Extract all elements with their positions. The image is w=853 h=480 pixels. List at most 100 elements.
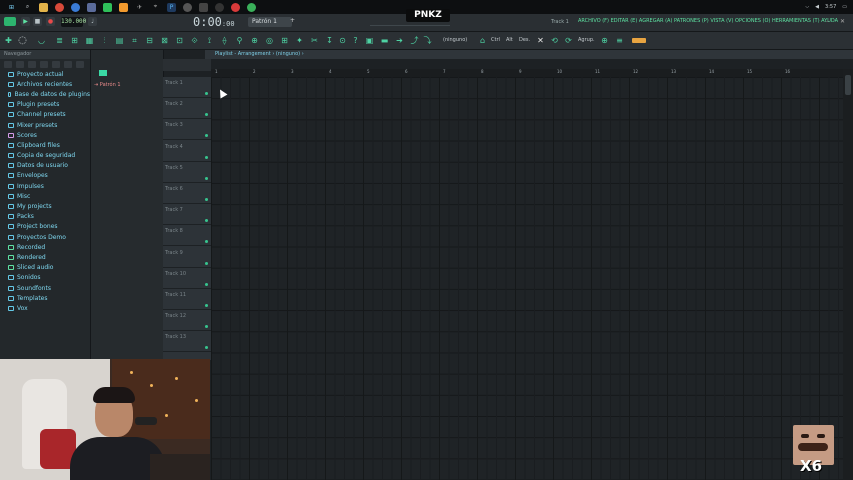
tool-c-icon[interactable]: ⊡ bbox=[175, 36, 184, 45]
track-header[interactable]: Track 3 bbox=[163, 119, 211, 141]
playlist-icon[interactable]: ≣ bbox=[55, 36, 64, 45]
metronome-icon[interactable]: ♩ bbox=[88, 17, 97, 26]
tool-i-icon[interactable]: ◎ bbox=[265, 36, 274, 45]
track-mute-icon[interactable] bbox=[205, 134, 208, 138]
song-mode-button[interactable] bbox=[4, 17, 16, 26]
track-header[interactable]: Track 2 bbox=[163, 98, 211, 120]
track-mute-icon[interactable] bbox=[205, 176, 208, 180]
tool-a-icon[interactable]: ⊟ bbox=[145, 36, 154, 45]
pattern-selector[interactable]: Patrón 1 bbox=[248, 17, 292, 27]
scrollbar-thumb[interactable] bbox=[845, 75, 851, 95]
browser-item[interactable]: Impulses bbox=[0, 181, 90, 191]
app5-icon[interactable] bbox=[231, 2, 240, 12]
notifications-icon[interactable]: ▭ bbox=[842, 4, 847, 10]
playlist-ruler[interactable]: 1 2 3 4 5 6 7 8 9 10 11 12 13 14 15 16 bbox=[211, 69, 843, 77]
windows-icon[interactable]: ⊞ bbox=[7, 3, 16, 12]
browser-item[interactable]: Sonidos bbox=[0, 273, 90, 283]
browser-sort-icon[interactable] bbox=[76, 60, 84, 68]
play-icon[interactable]: ▶ bbox=[21, 17, 30, 26]
tempo-display[interactable]: 130.000 bbox=[61, 17, 86, 27]
snap-icon[interactable]: ✚ bbox=[4, 36, 13, 45]
browser-item[interactable]: Base de datos de plugins bbox=[0, 89, 90, 99]
search-icon[interactable]: ⌕ bbox=[23, 3, 32, 12]
close-icon[interactable]: ✕ bbox=[840, 18, 845, 25]
track-header[interactable]: Track 4 bbox=[163, 141, 211, 162]
tool-b-icon[interactable]: ⊠ bbox=[160, 36, 169, 45]
track-mute-icon[interactable] bbox=[205, 304, 208, 307]
tool-v-icon[interactable]: ⟳ bbox=[564, 36, 573, 45]
browser-item[interactable]: Packs bbox=[0, 212, 90, 222]
browser-item[interactable]: My projects bbox=[0, 201, 90, 211]
browser-item[interactable]: Templates bbox=[0, 293, 90, 303]
track-mute-icon[interactable] bbox=[205, 240, 208, 244]
tool-q-icon[interactable]: ➔ bbox=[395, 36, 404, 45]
browser-search-icon[interactable] bbox=[16, 60, 24, 68]
track-header[interactable]: Track 10 bbox=[163, 268, 211, 289]
plugin-icon[interactable]: ⌗ bbox=[130, 36, 139, 45]
tool-k-icon[interactable]: ✦ bbox=[295, 36, 304, 45]
track-mute-icon[interactable] bbox=[205, 282, 208, 286]
none-label[interactable]: (ninguno) bbox=[443, 37, 467, 43]
vlc-icon[interactable]: ✈ bbox=[135, 3, 144, 12]
browser-forward-icon[interactable] bbox=[40, 60, 48, 68]
stop-icon[interactable]: ■ bbox=[33, 17, 42, 26]
tool-e-icon[interactable]: ⟟ bbox=[205, 36, 214, 45]
browser-item[interactable]: Datos de usuario bbox=[0, 161, 90, 171]
browser-item[interactable]: Envelopes bbox=[0, 171, 90, 181]
app6-icon[interactable] bbox=[247, 2, 256, 12]
browser-item[interactable]: Rendered bbox=[0, 252, 90, 262]
app-icon[interactable] bbox=[87, 2, 96, 12]
browser-item[interactable]: Channel presets bbox=[0, 110, 90, 120]
track-mute-icon[interactable] bbox=[205, 325, 208, 329]
network-icon[interactable]: ⌵ bbox=[805, 4, 809, 10]
close-tool-icon[interactable]: ✕ bbox=[536, 36, 545, 45]
browser-item[interactable]: Vox bbox=[0, 303, 90, 313]
piano-roll-icon[interactable]: ⊞ bbox=[70, 36, 79, 45]
track-mute-icon[interactable] bbox=[205, 155, 208, 159]
add-pattern-icon[interactable]: + bbox=[290, 17, 295, 27]
track-mute-icon[interactable] bbox=[205, 346, 208, 350]
browser-back-icon[interactable] bbox=[28, 60, 36, 68]
alt-button[interactable]: Alt bbox=[506, 37, 513, 43]
tool-s-icon[interactable]: ⤵ bbox=[423, 36, 432, 45]
track-mute-icon[interactable] bbox=[205, 113, 208, 117]
chrome-icon[interactable] bbox=[55, 2, 64, 12]
browser-item[interactable]: Archivos recientes bbox=[0, 79, 90, 89]
track-header[interactable]: Track 9 bbox=[163, 247, 211, 268]
browser-icon[interactable]: ▤ bbox=[115, 36, 124, 45]
track-header[interactable]: Track 13 bbox=[163, 331, 211, 353]
photoshop-icon[interactable]: P bbox=[167, 2, 176, 12]
tool-u-icon[interactable]: ⟲ bbox=[550, 36, 559, 45]
channel-rack-icon[interactable]: ▦ bbox=[85, 36, 94, 45]
desc-button[interactable]: Des. bbox=[519, 37, 530, 43]
volume-icon[interactable]: ◀ bbox=[815, 4, 819, 10]
magnet-icon[interactable]: ◡ bbox=[37, 36, 46, 45]
browser-item[interactable]: Clipboard files bbox=[0, 140, 90, 150]
track-header[interactable]: Track 8 bbox=[163, 225, 211, 247]
browser-item[interactable]: Proyecto actual bbox=[0, 69, 90, 79]
clock[interactable]: 3:57 bbox=[825, 4, 836, 10]
track-mute-icon[interactable] bbox=[205, 261, 208, 265]
ctrl-button[interactable]: Ctrl bbox=[491, 37, 500, 43]
zoom-icon[interactable]: ◌ bbox=[18, 36, 27, 46]
browser-item[interactable]: Misc bbox=[0, 191, 90, 201]
track-header[interactable]: Track 12 bbox=[163, 310, 211, 332]
browser-item[interactable]: Proyectos Demo bbox=[0, 232, 90, 242]
tool-o-icon[interactable]: ▣ bbox=[365, 36, 374, 45]
track-header[interactable]: Track 6 bbox=[163, 183, 211, 204]
pattern-clip[interactable]: ⇥ Patrón 1 bbox=[94, 82, 121, 88]
app3-icon[interactable] bbox=[183, 2, 192, 12]
tool-g-icon[interactable]: ⚲ bbox=[235, 36, 244, 45]
track-mute-icon[interactable] bbox=[205, 219, 208, 223]
browser-item[interactable]: Project bones bbox=[0, 222, 90, 232]
tool-d-icon[interactable]: ⟐ bbox=[190, 36, 199, 45]
playlist-scrollbar[interactable] bbox=[843, 69, 853, 480]
browser-item[interactable]: Recorded bbox=[0, 242, 90, 252]
browser-item[interactable]: Mixer presets bbox=[0, 120, 90, 130]
record-icon[interactable]: ● bbox=[46, 17, 55, 26]
group-button[interactable]: Agrup. bbox=[578, 37, 595, 43]
browser-item[interactable]: Plugin presets bbox=[0, 100, 90, 110]
browser-all-icon[interactable] bbox=[4, 60, 12, 68]
app2-icon[interactable]: ⌖ bbox=[151, 3, 160, 12]
channel-toggle-icon[interactable] bbox=[99, 70, 107, 76]
